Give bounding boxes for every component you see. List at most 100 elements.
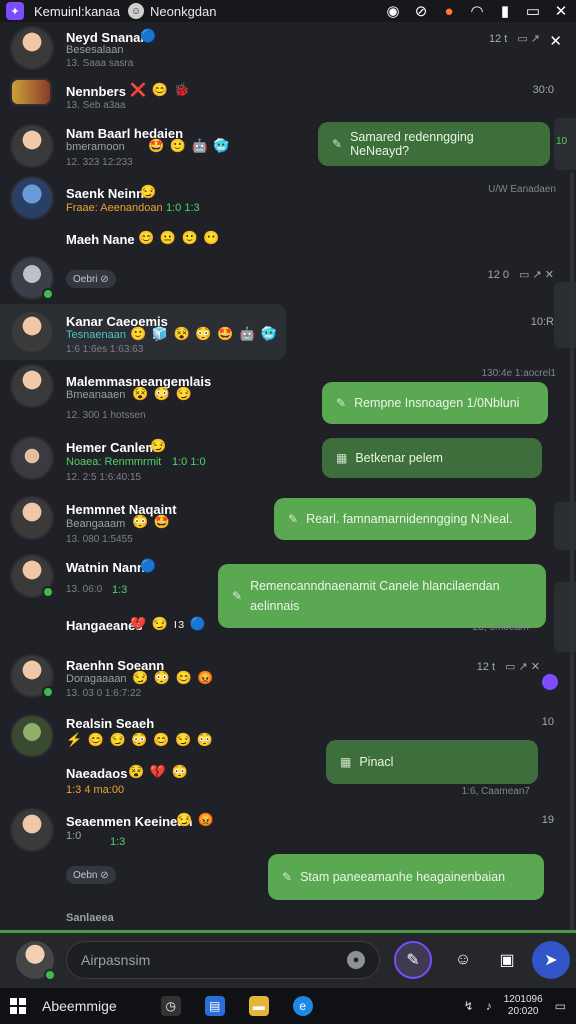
send-button[interactable]: ➤ — [532, 941, 570, 979]
battery-icon[interactable]: ▭ — [524, 2, 542, 20]
message-input[interactable]: Airpasnsim ● — [66, 941, 380, 979]
close-icon[interactable]: ✕ — [549, 32, 562, 50]
channel-label[interactable]: ☺ Neonkgdan — [128, 3, 217, 19]
emoji-reactions: 🤩 🙂 🤖 🥶 — [148, 138, 231, 153]
avatar — [10, 78, 52, 106]
clock[interactable]: 1201096 20:020 — [504, 994, 543, 1018]
edit-button[interactable]: ✎ — [394, 941, 432, 979]
row-action-icons[interactable]: ▭ ↗ ✕ — [519, 268, 554, 281]
notification-icon[interactable]: ▭ — [555, 999, 566, 1013]
message-time: U/W Eanadaen — [488, 184, 556, 195]
taskbar-search[interactable]: Abeemmige — [42, 998, 117, 1014]
close-icon[interactable]: ✕ — [552, 2, 570, 20]
volume-icon[interactable]: ♪ — [486, 999, 492, 1013]
emoji-icon: ☺ — [454, 951, 472, 968]
contact-status: Noaea: Renmmrmit — [66, 456, 162, 468]
record-icon[interactable]: ◉ — [384, 2, 402, 20]
attachment-chip[interactable]: Oebn ⊘ — [66, 866, 116, 884]
edit-icon: ✎ — [288, 512, 299, 526]
message-meta: 13. 06:0 — [66, 584, 103, 595]
message-composer: Airpasnsim ● ✎ ☺ ▣ ➤ — [0, 930, 576, 988]
row-tools[interactable]: 12 t ▭ ↗ — [489, 32, 540, 46]
list-item[interactable]: Nennbers ❌ 😊 🐞 13. Seb a3aa 30:0 — [0, 78, 576, 120]
edit-icon: ✎ — [336, 396, 347, 410]
timestamp: 10:R — [530, 316, 554, 328]
message-bubble[interactable]: ✎ Samared redenngging NeNeayd? — [318, 122, 550, 166]
list-item[interactable]: Neyd Snanai 🔵 Besesalaan 13. Saaa sasra … — [0, 22, 576, 74]
folder-icon[interactable]: ▬ — [248, 996, 269, 1016]
list-item[interactable]: Oebri ⊘ 12 0 ▭ ↗ ✕ — [0, 256, 576, 302]
contact-status: Tesnaenaan — [66, 329, 126, 341]
list-item[interactable]: Hemmnet Naqaint Beangaaam 😳 🤩 13. 080 1:… — [0, 494, 576, 550]
emoji-reactions: ⚡ 😊 😏 😳 😊 😏 😳 — [66, 732, 214, 747]
list-item[interactable]: Sanlaeea — [0, 910, 576, 930]
list-item[interactable]: Saenk Neinn 😏 Fraae: Aeenandoan 1:0 1:3 … — [0, 176, 576, 224]
unread-badge — [542, 674, 558, 690]
timestamp: 19 — [541, 814, 554, 826]
clock-icon[interactable]: ⊘ — [412, 2, 430, 20]
image-icon: ▦ — [340, 755, 352, 769]
row-action-icons[interactable]: ▭ ↗ — [517, 32, 540, 45]
contact-status: Beangaaam — [66, 518, 126, 530]
sticker-button[interactable]: ▣ — [488, 941, 526, 979]
contact-status: Bmeanaaen — [66, 389, 126, 401]
message-text: Rearl. famnamarnidenngging N:Neal. — [306, 512, 513, 526]
edge-icon[interactable]: e — [292, 996, 313, 1016]
message-text: Rempne Insnoagen 1/0Nbluni — [354, 396, 520, 410]
avatar — [10, 124, 54, 168]
emoji-button[interactable]: ☺ — [444, 941, 482, 979]
avatar — [10, 176, 54, 220]
emoji-reactions: 😏 — [150, 438, 168, 453]
list-item[interactable]: Malemmasneangemlais Bmeanaaen 😵 😳 😏 12. … — [0, 364, 576, 424]
message-meta: 12. 300 1 hotssen — [66, 410, 146, 421]
list-item[interactable]: Raenhn Soeann Doragaaaan 😏 😳 😊 😡 13. 03 … — [0, 652, 576, 710]
contact-name: Neyd Snanai — [66, 30, 145, 45]
row-action-icons[interactable]: ▭ ↗ ✕ — [505, 660, 540, 673]
microphone-icon[interactable]: ● — [347, 951, 365, 969]
avatar[interactable] — [16, 941, 56, 981]
message-time: 1:6, Caamean7 — [461, 786, 530, 797]
wifi-icon[interactable]: ◠ — [468, 2, 486, 20]
list-item[interactable]: Naeadaos 😵 💔 😳 1:3 4 ma:00 ▦ Pinacl 1:6,… — [0, 740, 576, 812]
contact-name: Seaenmen Keeinean — [66, 814, 193, 829]
list-item[interactable]: Kanar Caeoemis Tesnaenaan 🙂 🧊 😵 😳 🤩 🤖 🥶 … — [0, 306, 576, 360]
emoji-reactions: 😊 😐 🙂 😶 — [138, 230, 221, 245]
message-bubble[interactable]: ✎ Stam paneeamanhe heagainenbaian — [268, 854, 544, 900]
avatar — [10, 310, 54, 354]
contact-name: Sanlaeea — [66, 912, 114, 924]
start-icon[interactable] — [10, 998, 26, 1014]
list-item[interactable]: Maeh Nane 😊 😐 🙂 😶 — [0, 228, 576, 254]
timestamp: 12 0 — [487, 268, 510, 281]
message-bubble[interactable]: ▦ Betkenar pelem — [322, 438, 542, 478]
message-bubble[interactable]: ✎ Rempne Insnoagen 1/0Nbluni — [322, 382, 548, 424]
edit-icon: ✎ — [232, 589, 243, 603]
list-item[interactable]: Seaenmen Keeinean 😏 😡 1:0 1:3 19 — [0, 808, 576, 858]
row-tools[interactable]: 12 0 ▭ ↗ ✕ — [487, 268, 554, 282]
message-bubble[interactable]: ▦ Pinacl — [326, 740, 538, 784]
contact-status: Doragaaaan — [66, 673, 127, 685]
firefox-icon[interactable]: ● — [440, 3, 458, 20]
avatar — [10, 554, 54, 598]
contact-status: bmeramoon — [66, 141, 125, 153]
store-icon[interactable]: ▤ — [204, 996, 225, 1016]
message-meta: 13. 080 1:5455 — [66, 534, 133, 545]
clock-app-icon[interactable]: ◷ — [160, 996, 181, 1016]
clock-date: 20:020 — [507, 1006, 539, 1017]
network-icon[interactable]: ↯ — [464, 999, 474, 1013]
list-item[interactable]: Watnin Nann 🔵 13. 06:0 1:3 ✎ Remencanndn… — [0, 554, 576, 628]
attachment-chip[interactable]: Oebri ⊘ — [66, 270, 116, 288]
app-logo-icon[interactable]: ✦ — [6, 2, 24, 20]
list-item[interactable]: Hemer Canlem 😏 Noaea: Renmmrmit 1:0 1:0 … — [0, 432, 576, 490]
conversation-list: Neyd Snanai 🔵 Besesalaan 13. Saaa sasra … — [0, 22, 576, 930]
list-item[interactable]: Hangaeanes 💔 😏 ıɜ 🔵 23, 0m0earrr — [0, 614, 576, 644]
list-item[interactable]: Oebn ⊘ ✎ Stam paneeamanhe heagainenbaian — [0, 854, 576, 904]
message-meta: 13. 03 0 1:6:7:22 — [66, 688, 142, 699]
edit-icon: ✎ — [406, 952, 420, 969]
message-text: Samared redenngging NeNeayd? — [350, 130, 474, 158]
message-bubble[interactable]: ✎ Rearl. famnamarnidenngging N:Neal. — [274, 498, 536, 540]
taskbar-apps: ◷ ▤ ▬ e — [160, 996, 313, 1016]
list-item[interactable]: Nam Baarl hedaien bmeramoon 🤩 🙂 🤖 🥶 12. … — [0, 122, 576, 174]
row-tools[interactable]: 12 t ▭ ↗ ✕ — [477, 660, 540, 674]
message-meta: 13. Saaa sasra — [66, 58, 134, 69]
signal-icon[interactable]: ▮ — [496, 2, 514, 20]
